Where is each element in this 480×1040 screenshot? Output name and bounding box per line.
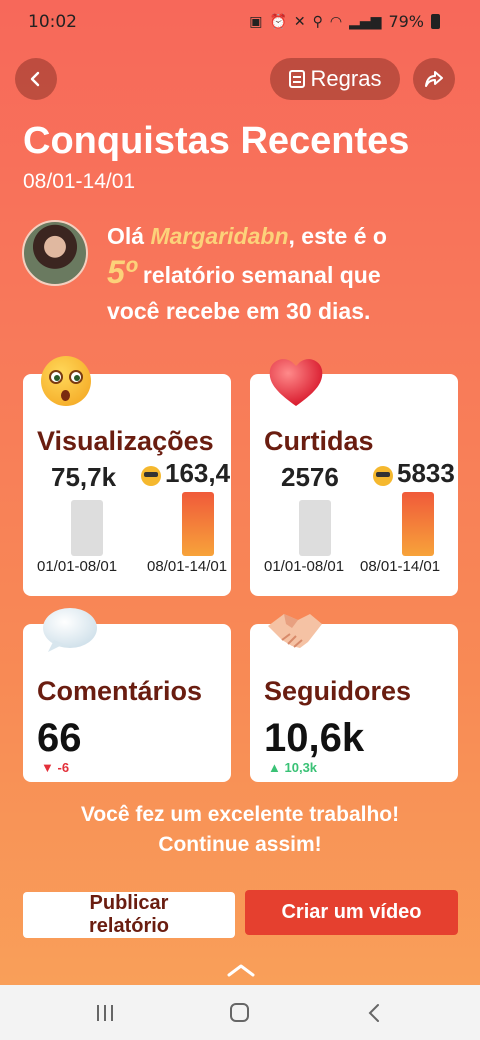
encouragement-line-2: Continue assim! [158,833,322,856]
status-time: 10:02 [28,12,77,32]
alarm-icon: ⏰ [269,13,287,30]
comments-value: 66 [37,716,82,760]
followers-delta: ▲ 10,3k [268,760,317,775]
followers-title: Seguidores [264,676,412,706]
share-icon [425,71,443,87]
chevron-up-icon[interactable] [226,962,256,978]
comments-delta: ▼ -6 [41,760,69,775]
encouragement-line-1: Você fez um excelente trabalho! [80,803,400,826]
create-video-button[interactable]: Criar um vídeo [245,890,458,935]
greeting-suffix: relatório semanal que você recebe em 30 … [107,262,381,324]
likes-prev-period: 01/01-08/01 [264,558,345,575]
greeting-text: Olá Margaridabn, este é o 5º relatório s… [107,218,437,329]
wifi-icon: ◠ [329,13,343,30]
views-current-value: 163,4k [165,458,231,488]
likes-prev-value: 2576 [281,462,339,492]
likes-current-bar [402,492,434,556]
location-icon: ⚲ [312,13,323,30]
encouragement-message: Você fez um excelente trabalho! Continue… [0,800,480,860]
mute-icon: ✕ [293,13,306,30]
report-rank: 5º [107,254,137,290]
greeting-middle: , este é o [288,223,387,249]
status-icons: ▣ ⏰ ✕ ⚲ ◠ ▂▄▆ 79% [249,12,440,31]
views-current-period: 08/01-14/01 [147,558,228,575]
views-card: Visualizações 75,7k 163,4k 01/01-08/01 0… [23,374,231,596]
arrow-up-icon: ▲ [268,760,281,775]
publish-label-line-1: Publicar [89,892,169,914]
handshake-icon [268,614,322,648]
rules-label: Regras [310,66,382,91]
heart-icon [269,359,323,406]
speech-bubble-icon [43,608,97,652]
battery-icon [431,14,440,29]
arrow-down-icon: ▼ [41,760,54,775]
system-nav-bar [0,985,480,1040]
chevron-left-icon [30,71,40,87]
views-prev-period: 01/01-08/01 [37,558,118,575]
likes-current-value: 5833 [397,458,455,488]
comments-title: Comentários [37,676,203,706]
sunglasses-face-icon [141,466,161,486]
username: Margaridabn [150,223,289,249]
likes-current-period: 08/01-14/01 [360,558,441,575]
battery-saver-icon: ▣ [249,13,263,30]
views-prev-value: 75,7k [51,462,117,492]
status-bar: 10:02 ▣ ⏰ ✕ ⚲ ◠ ▂▄▆ 79% [0,0,480,44]
share-button[interactable] [413,58,455,100]
signal-icon: ▂▄▆ [349,13,382,30]
avatar [22,220,88,286]
create-video-label: Criar um vídeo [281,901,422,923]
date-range: 08/01-14/01 [23,170,136,193]
likes-title: Curtidas [264,426,374,456]
comments-delta-value: -6 [57,760,70,775]
document-icon [288,70,305,88]
recents-icon[interactable] [95,1005,115,1021]
surprised-face-icon [41,356,91,406]
page-title: Conquistas Recentes [23,120,410,162]
back-button[interactable] [15,58,57,100]
publish-report-button[interactable]: Publicar relatório [23,892,235,938]
home-icon[interactable] [230,1003,249,1022]
battery-percentage: 79% [388,12,424,31]
sunglasses-face-icon [373,466,393,486]
followers-delta-value: 10,3k [284,760,318,775]
publish-label-line-2: relatório [88,915,170,937]
views-prev-bar [71,500,103,556]
back-icon[interactable] [367,1003,381,1023]
greeting-prefix: Olá [107,223,151,249]
followers-value: 10,6k [264,716,365,760]
views-title: Visualizações [37,426,214,456]
likes-prev-bar [299,500,331,556]
rules-button[interactable]: Regras [270,58,400,100]
views-current-bar [182,492,214,556]
